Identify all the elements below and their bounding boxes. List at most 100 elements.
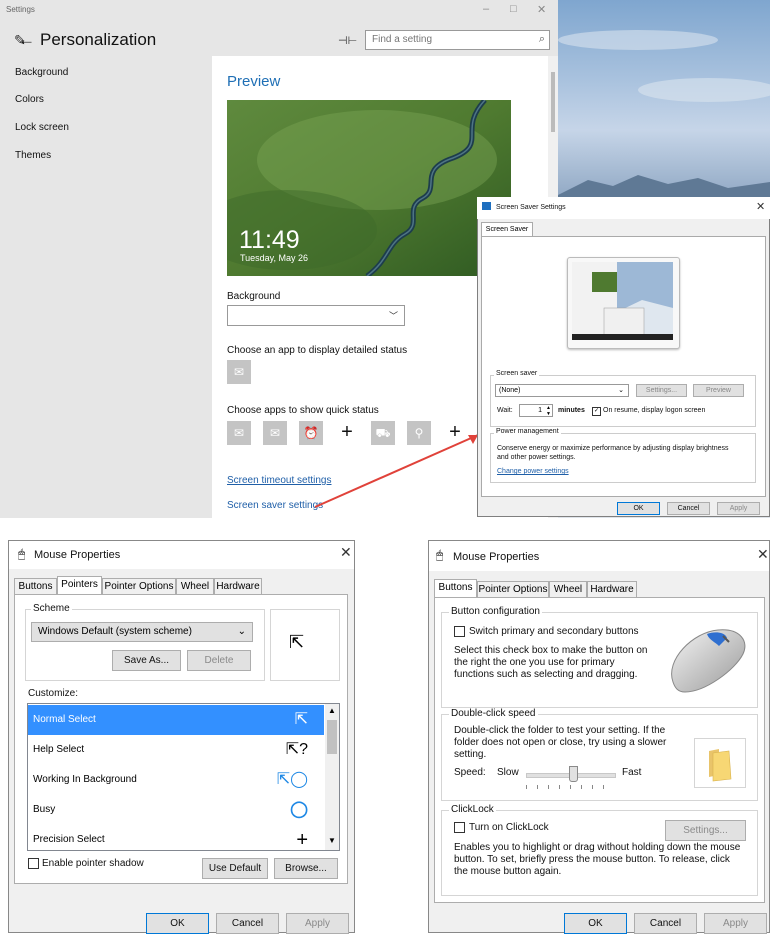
list-item[interactable]: Busy ◯ — [28, 795, 324, 825]
mail-app-tile[interactable]: ✉ — [227, 360, 251, 384]
resume-checkbox[interactable]: ✓ — [592, 407, 601, 416]
tab-screen-saver[interactable]: Screen Saver — [481, 222, 533, 237]
screensaver-select[interactable]: (None) ⌄ — [495, 384, 629, 397]
tab-hardware[interactable]: Hardware — [214, 578, 262, 595]
pin-icon[interactable]: ⊣⊢ — [338, 34, 357, 47]
spinner-arrows-icon[interactable]: ▲ ▼ — [546, 405, 551, 417]
ok-button[interactable]: OK — [146, 913, 209, 934]
sidebar-item-background[interactable]: Background — [15, 67, 68, 78]
search-box[interactable]: ⌕ — [365, 30, 550, 50]
sidebar-item-colors[interactable]: Colors — [15, 94, 44, 105]
tab-wheel[interactable]: Wheel — [176, 578, 214, 595]
tab-wheel[interactable]: Wheel — [549, 581, 587, 598]
arrow-cursor-icon: ⇱ — [294, 711, 308, 728]
browse-button[interactable]: Browse... — [274, 858, 338, 879]
background-dropdown[interactable]: ﹀ — [227, 305, 405, 326]
dialog-title: Mouse Properties — [34, 549, 121, 561]
list-item[interactable]: Precision Select + — [28, 825, 324, 850]
pointer-preview: ⇱ — [270, 609, 340, 681]
screensaver-title: Screen Saver Settings — [496, 204, 566, 211]
help-cursor-icon: ⇱? — [285, 741, 308, 758]
close-icon[interactable]: ✕ — [340, 544, 352, 561]
chevron-down-icon: ⌄ — [618, 387, 624, 394]
clicklock-settings-button[interactable]: Settings... — [665, 820, 746, 841]
sidebar-item-lock-screen[interactable]: Lock screen — [15, 122, 69, 133]
tab-buttons[interactable]: Buttons — [14, 578, 57, 595]
scheme-select[interactable]: Windows Default (system scheme) ⌄ — [31, 622, 253, 642]
delete-button[interactable]: Delete — [187, 650, 251, 671]
screensaver-group-label: Screen saver — [494, 370, 540, 377]
settings-window-title: Settings — [6, 5, 35, 14]
back-arrow-icon[interactable]: ← — [18, 30, 35, 50]
ok-button[interactable]: OK — [564, 913, 627, 934]
maximize-icon[interactable]: □ — [510, 3, 517, 15]
mouse-image — [663, 620, 751, 700]
pointer-shadow-label: Enable pointer shadow — [42, 858, 144, 869]
screensaver-group — [490, 375, 756, 427]
slider-thumb[interactable] — [569, 766, 578, 782]
list-item-label: Help Select — [33, 744, 85, 755]
button-config-label: Button configuration — [449, 606, 542, 617]
tab-buttons[interactable]: Buttons — [434, 579, 477, 598]
settings-titlebar[interactable] — [0, 0, 558, 22]
tab-pointer-options[interactable]: Pointer Options — [477, 581, 549, 598]
close-icon[interactable]: ✕ — [757, 546, 769, 563]
quick-status-slot-2[interactable]: ✉ — [263, 421, 287, 445]
annotation-arrow — [314, 434, 479, 508]
double-click-speed-slider[interactable] — [526, 766, 616, 790]
screensaver-settings-button[interactable]: Settings... — [636, 384, 687, 397]
pointer-shadow-checkbox[interactable] — [28, 858, 39, 869]
change-power-settings-link[interactable]: Change power settings — [497, 468, 569, 475]
cancel-button[interactable]: Cancel — [667, 502, 710, 515]
busy-cursor-icon: ◯ — [290, 801, 308, 818]
cancel-button[interactable]: Cancel — [216, 913, 279, 934]
minutes-label: minutes — [558, 407, 585, 414]
use-default-button[interactable]: Use Default — [202, 858, 268, 879]
arrow-cursor-icon: ⇱ — [289, 632, 305, 652]
search-icon[interactable]: ⌕ — [539, 33, 545, 46]
switch-buttons-checkbox[interactable] — [454, 626, 465, 637]
wait-label: Wait: — [497, 407, 513, 414]
test-folder[interactable] — [694, 738, 746, 788]
screensaver-selected-value: (None) — [499, 387, 521, 394]
apply-button[interactable]: Apply — [704, 913, 767, 934]
tab-hardware[interactable]: Hardware — [587, 581, 637, 598]
chevron-down-icon: ﹀ — [388, 311, 398, 321]
clicklock-check-label: Turn on ClickLock — [469, 822, 549, 833]
tab-pointer-options[interactable]: Pointer Options — [102, 578, 176, 595]
lock-screen-date: Tuesday, May 26 — [240, 253, 309, 263]
clicklock-label: ClickLock — [449, 804, 496, 815]
folder-icon — [709, 749, 732, 782]
quick-status-slot-1[interactable]: ✉ — [227, 421, 251, 445]
cancel-button[interactable]: Cancel — [634, 913, 697, 934]
scroll-down-icon[interactable]: ▼ — [328, 836, 336, 845]
scroll-up-icon[interactable]: ▲ — [328, 706, 336, 715]
dialog-title: Mouse Properties — [453, 551, 540, 563]
switch-buttons-description: Select this check box to make the button… — [454, 645, 648, 680]
list-item[interactable]: Normal Select ⇱ — [28, 705, 324, 735]
scroll-thumb[interactable] — [327, 720, 337, 754]
close-icon[interactable]: ✕ — [756, 200, 765, 213]
save-as-button[interactable]: Save As... — [112, 650, 181, 671]
screensaver-preview-button[interactable]: Preview — [693, 384, 744, 397]
list-item-label: Working In Background — [33, 774, 137, 785]
apply-button[interactable]: Apply — [286, 913, 349, 934]
list-item[interactable]: Help Select ⇱? — [28, 735, 324, 765]
sidebar-item-themes[interactable]: Themes — [15, 150, 51, 161]
ok-button[interactable]: OK — [617, 502, 660, 515]
clicklock-description: Enables you to highlight or drag without… — [454, 842, 741, 877]
mail-icon: ✉ — [233, 365, 245, 379]
sidebar: Background Colors Lock screen Themes — [0, 56, 212, 518]
minimize-icon[interactable]: – — [483, 3, 489, 15]
wait-spinner[interactable]: 1 ▲ ▼ — [519, 404, 553, 417]
apply-button[interactable]: Apply — [717, 502, 760, 515]
clicklock-checkbox[interactable] — [454, 822, 465, 833]
tab-pointers[interactable]: Pointers — [57, 576, 102, 595]
list-scrollbar[interactable]: ▲ ▼ — [325, 704, 339, 850]
list-item[interactable]: Working In Background ⇱◯ — [28, 765, 324, 795]
power-group-label: Power management — [494, 428, 561, 435]
scheme-label: Scheme — [31, 603, 72, 614]
pointer-list[interactable]: Normal Select ⇱ Help Select ⇱? Working In … — [27, 703, 340, 851]
search-input[interactable] — [372, 34, 522, 45]
close-icon[interactable]: ✕ — [537, 3, 546, 16]
